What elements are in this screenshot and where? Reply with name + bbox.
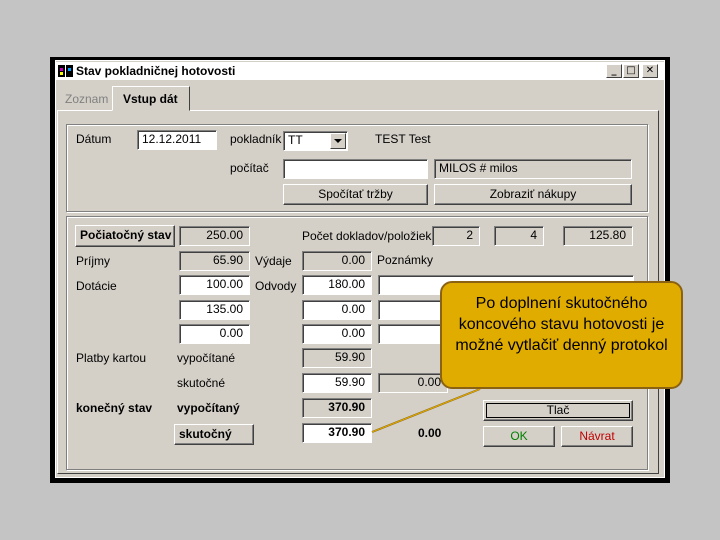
tab-vstup-dat[interactable]: Vstup dát	[112, 86, 190, 111]
poznamka-field-4[interactable]	[378, 324, 448, 344]
platby-kartou-label: Platby kartou	[76, 351, 147, 365]
dotacie-label: Dotácie	[76, 279, 117, 293]
odvody-field[interactable]: 180.00	[302, 275, 372, 295]
prijem-field-3[interactable]: 135.00	[179, 300, 250, 320]
pocitac-field[interactable]	[283, 159, 428, 179]
skutocny-rozdiel: 0.00	[418, 426, 442, 440]
pokladnik-label: pokladník	[230, 132, 282, 146]
chevron-down-icon[interactable]	[330, 133, 346, 149]
spocitat-trzby-button[interactable]: Spočítať tržby	[283, 184, 428, 205]
datum-label: Dátum	[76, 132, 112, 146]
tlac-button[interactable]: Tlač	[483, 400, 633, 421]
prijmy-label: Príjmy	[76, 254, 110, 268]
pociatocny-stav-value: 250.00	[179, 226, 250, 246]
pociatocny-stav-button[interactable]: Počiatočný stav	[75, 225, 175, 247]
poznamky-label: Poznámky	[377, 253, 434, 267]
ok-button[interactable]: OK	[483, 426, 555, 447]
app-icon	[58, 64, 74, 78]
pocet-suma: 125.80	[563, 226, 633, 246]
tab-zoznam[interactable]: Zoznam	[60, 89, 112, 109]
minimize-button[interactable]: _	[606, 64, 622, 78]
window-title: Stav pokladničnej hotovosti	[76, 64, 236, 78]
poznamka-field-3[interactable]	[378, 300, 448, 320]
pocet-poloziek: 4	[494, 226, 544, 246]
skutocny-field[interactable]: 370.90	[302, 423, 372, 443]
vydaj-field-3[interactable]: 0.00	[302, 300, 372, 320]
skutocne-rozdiel: 0.00	[378, 373, 448, 393]
odvody-label: Odvody	[255, 279, 297, 293]
pocet-dokladov: 2	[432, 226, 480, 246]
vydaj-field-4[interactable]: 0.00	[302, 324, 372, 344]
pokladnik-select-value: TT	[288, 133, 303, 147]
vydaje-label: Výdaje	[255, 254, 292, 268]
skutocne-label: skutočné	[177, 376, 226, 390]
prijem-field-4[interactable]: 0.00	[179, 324, 250, 344]
pokladnik-name: TEST Test	[375, 132, 431, 146]
pocitac-name-field: MILOS # milos	[434, 159, 632, 179]
datum-field[interactable]: 12.12.2011	[137, 130, 217, 150]
vydaje-value: 0.00	[302, 251, 372, 271]
callout-text: Po doplnení skutočného koncového stavu h…	[455, 295, 668, 354]
callout-box: Po doplnení skutočného koncového stavu h…	[440, 281, 683, 389]
vypocitany-value: 370.90	[302, 398, 372, 418]
skutocny-button[interactable]: skutočný	[174, 424, 254, 445]
maximize-button[interactable]: □	[623, 64, 639, 78]
vypocitany-label: vypočítaný	[177, 401, 240, 415]
close-button[interactable]: ✕	[642, 64, 658, 78]
skutocne-field[interactable]: 59.90	[302, 373, 372, 393]
pocitac-label: počítač	[230, 161, 269, 175]
navrat-button[interactable]: Návrat	[561, 426, 633, 447]
vypocitane-value: 59.90	[302, 348, 372, 368]
konecny-stav-label: konečný stav	[76, 401, 153, 415]
pocet-label: Počet dokladov/položiek	[302, 229, 432, 243]
zobrazit-nakupy-button[interactable]: Zobraziť nákupy	[434, 184, 632, 205]
vypocitane-label: vypočítané	[177, 351, 236, 365]
prijmy-value: 65.90	[179, 251, 250, 271]
dotacie-field[interactable]: 100.00	[179, 275, 250, 295]
